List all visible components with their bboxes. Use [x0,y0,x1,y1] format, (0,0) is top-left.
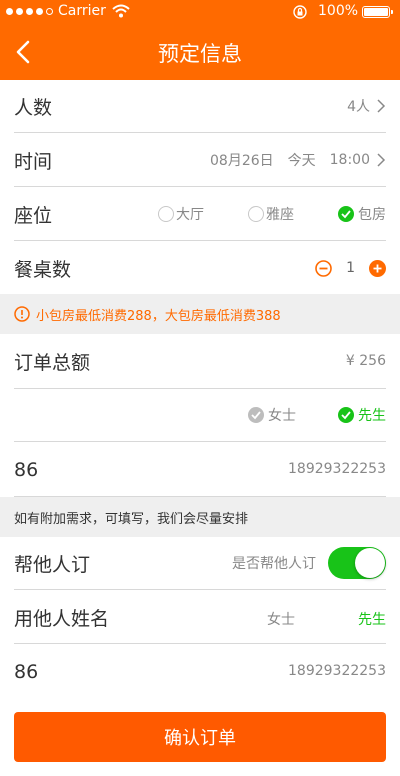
tables-count: 1 [346,260,355,276]
wifi-icon [112,4,130,18]
other-phone-code: 86 [14,660,39,683]
radio-unchecked-icon [248,206,264,222]
people-label: 人数 [14,96,53,119]
time-row[interactable]: 时间 08月26日 今天 18:00 [14,134,386,187]
seat-option-hall[interactable]: 大厅 [158,204,204,224]
time-clock: 18:00 [329,152,370,168]
total-label: 订单总额 [14,351,91,374]
check-circle-icon [248,407,264,423]
time-date: 08月26日 [210,153,274,169]
chevron-right-icon [377,153,386,167]
help-toggle-label: 是否帮他人订 [232,556,316,572]
radio-unchecked-icon [158,206,174,222]
battery-icon [362,6,393,18]
time-label: 时间 [14,150,53,173]
phone-row[interactable]: 86 18929322253 [14,443,386,497]
phone-number: 18929322253 [288,461,386,477]
other-name-row: 用他人姓名 女士 先生 [14,591,386,644]
help-toggle[interactable] [328,547,386,579]
other-phone-number: 18929322253 [288,663,386,679]
people-row[interactable]: 人数 4人 [14,80,386,133]
time-day: 今天 [287,153,316,169]
notice-text: 小包房最低消费288，大包房最低消费388 [36,308,281,324]
help-row: 帮他人订 是否帮他人订 [14,537,386,590]
carrier-name: Carrier [58,3,106,19]
chevron-right-icon [377,99,386,113]
other-name-option-male[interactable]: 先生 [358,609,386,629]
signal-icon [6,8,53,15]
seat-option-room[interactable]: 包房 [338,204,386,224]
total-row: 订单总额 ¥ 256 [14,334,386,389]
remark-hint[interactable]: 如有附加需求，可填写，我们会尽量安排 [0,497,400,537]
nav-bar: 预定信息 [0,24,400,80]
confirm-order-button[interactable]: 确认订单 [14,712,386,762]
other-name-label: 用他人姓名 [14,607,110,630]
gender-row: 女士 先生 [14,389,386,442]
toggle-knob [355,548,385,578]
gender-option-female[interactable]: 女士 [248,405,296,425]
gender-option-male[interactable]: 先生 [338,405,386,425]
people-value: 4人 [347,99,370,115]
info-icon [14,306,30,322]
rotation-lock-icon [293,5,307,19]
page-title: 预定信息 [158,42,242,66]
remark-hint-text: 如有附加需求，可填写，我们会尽量安排 [14,511,249,527]
seat-option-booth[interactable]: 雅座 [248,204,294,224]
check-circle-icon [338,407,354,423]
seat-label: 座位 [14,204,53,227]
min-spend-notice: 小包房最低消费288，大包房最低消费388 [0,294,400,334]
seat-row: 座位 大厅 雅座 包房 [14,188,386,241]
status-bar: Carrier 100% [0,0,400,24]
tables-label: 餐桌数 [14,258,72,281]
phone-code: 86 [14,458,39,481]
total-value: ¥ 256 [345,353,386,369]
other-name-option-female[interactable]: 女士 [267,609,295,629]
check-circle-icon [338,206,354,222]
plus-circle-icon[interactable] [369,259,386,277]
minus-circle-icon[interactable] [315,259,332,277]
tables-row: 餐桌数 1 [14,242,386,295]
help-label: 帮他人订 [14,553,91,576]
other-phone-row[interactable]: 86 18929322253 [14,645,386,698]
battery-percent: 100% [318,3,359,19]
